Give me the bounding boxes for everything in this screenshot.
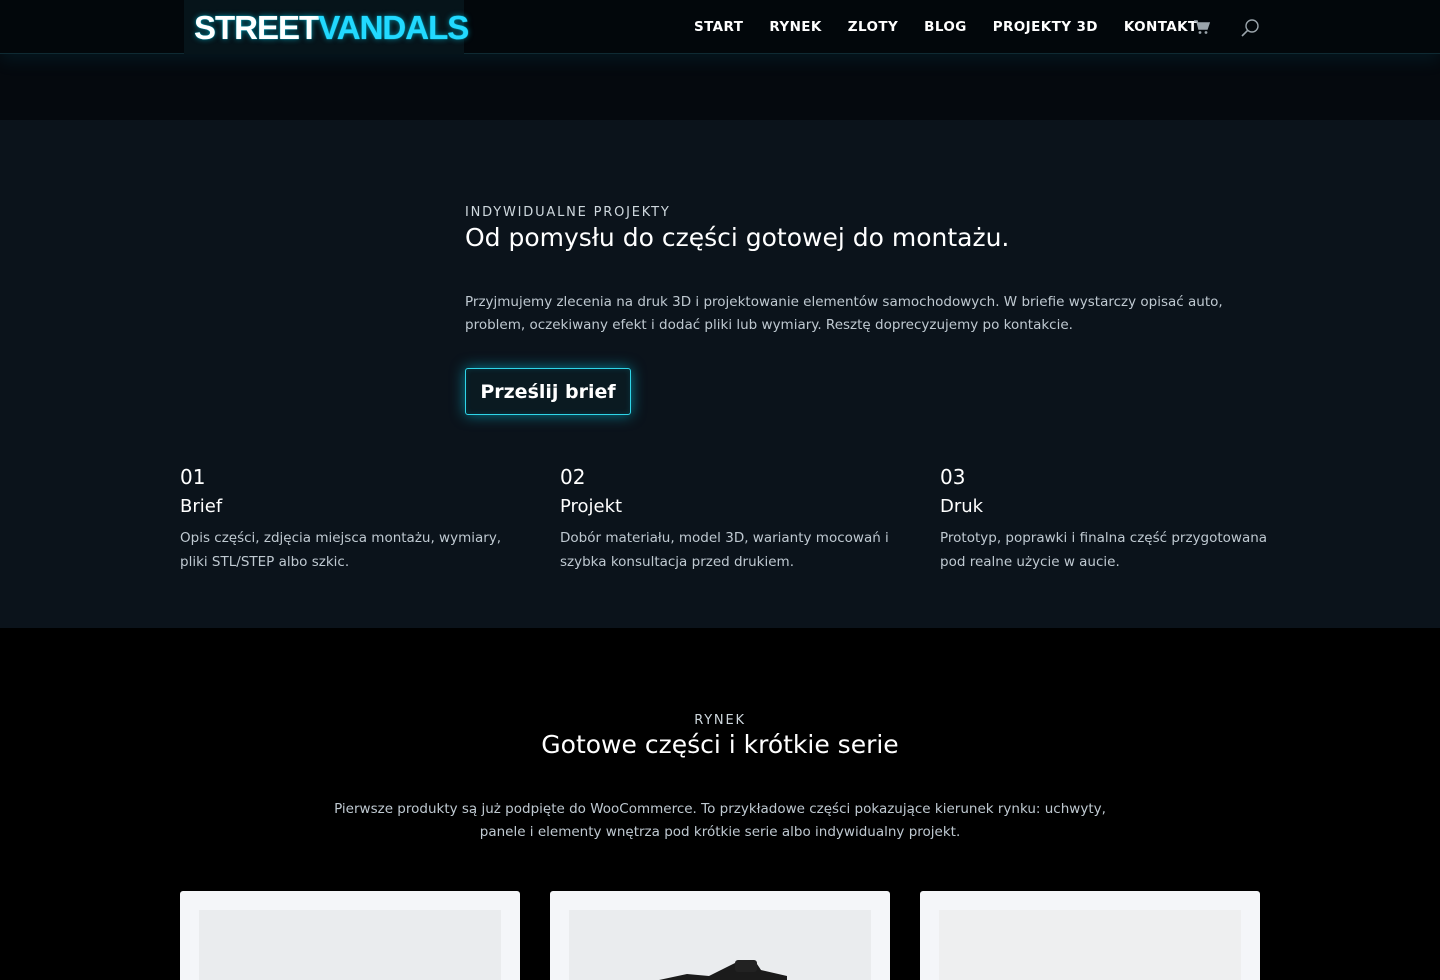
step-description: Prototyp, poprawki i finalna część przyg… [940, 530, 1268, 570]
product-image[interactable] [939, 910, 1241, 980]
search-icon[interactable] [1240, 18, 1260, 38]
step-title: Brief [180, 496, 223, 517]
logo-vandals: VANDALS [318, 8, 469, 46]
projects-section: INDYWIDUALNE PROJEKTY Od pomysłu do częś… [0, 120, 1440, 628]
product-card[interactable] [920, 891, 1260, 980]
nav-blog[interactable]: BLOG [924, 19, 967, 35]
nav-kontakt[interactable]: KONTAKT [1124, 19, 1198, 35]
nav-start[interactable]: START [694, 19, 743, 35]
cart-icon[interactable] [1193, 18, 1213, 38]
projects-eyebrow: INDYWIDUALNE PROJEKTY [465, 205, 671, 220]
step-projekt: 02 Projekt Dobór materiału, model 3D, wa… [560, 466, 890, 574]
main-nav: START RYNEK ZLOTY BLOG PROJEKTY 3D KONTA… [694, 0, 1224, 54]
logo-text: STREETVANDALS [194, 8, 469, 46]
step-description: Dobór materiału, model 3D, warianty moco… [560, 530, 889, 570]
nav-zloty[interactable]: ZLOTY [848, 19, 898, 35]
step-number: 03 [940, 465, 966, 489]
step-title: Druk [940, 496, 984, 517]
logo[interactable]: STREETVANDALS [184, 0, 469, 54]
market-description: Pierwsze produkty są już podpięte do Woo… [334, 801, 1106, 840]
product-image[interactable] [569, 910, 871, 980]
nav-projekty-3d[interactable]: PROJEKTY 3D [993, 19, 1098, 35]
step-description: Opis części, zdjęcia miejsca montażu, wy… [180, 530, 502, 570]
step-druk: 03 Druk Prototyp, poprawki i finalna czę… [940, 466, 1270, 574]
product-image[interactable] [199, 910, 501, 980]
projects-title: Od pomysłu do części gotowej do montażu. [465, 223, 1010, 252]
send-brief-button[interactable]: Prześlij brief [465, 368, 631, 415]
step-title: Projekt [560, 496, 623, 517]
logo-street: STREET [194, 8, 319, 46]
step-brief: 01 Brief Opis części, zdjęcia miejsca mo… [180, 466, 510, 574]
projects-description: Przyjmujemy zlecenia na druk 3D i projek… [465, 294, 1223, 333]
market-title: Gotowe części i krótkie serie [541, 730, 899, 759]
market-section: RYNEK Gotowe części i krótkie serie Pier… [0, 628, 1440, 980]
product-card[interactable] [550, 891, 890, 980]
step-number: 01 [180, 465, 206, 489]
market-eyebrow: RYNEK [694, 713, 746, 728]
nav-rynek[interactable]: RYNEK [769, 19, 821, 35]
site-header: STREETVANDALS START RYNEK ZLOTY BLOG PRO… [0, 0, 1440, 54]
step-number: 02 [560, 465, 586, 489]
header-spacer [0, 54, 1440, 120]
product-card[interactable] [180, 891, 520, 980]
